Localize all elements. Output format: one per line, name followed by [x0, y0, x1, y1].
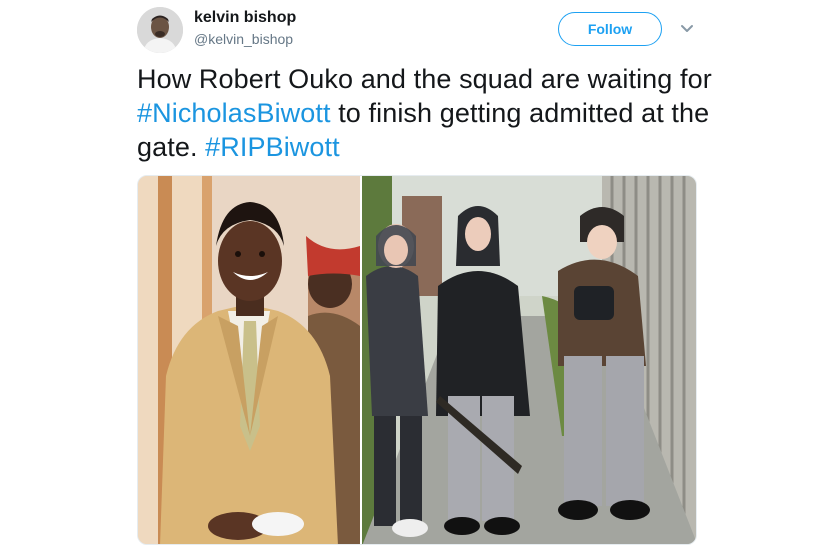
- media-photo-left[interactable]: [138, 176, 360, 544]
- avatar[interactable]: [137, 7, 183, 53]
- media-photo-right[interactable]: [362, 176, 696, 544]
- hashtag-nicholasbiwott[interactable]: #NicholasBiwott: [137, 98, 331, 128]
- user-display-name[interactable]: kelvin bishop: [194, 9, 296, 27]
- tweet-media[interactable]: [137, 175, 697, 545]
- tweet-card: kelvin bishop @kelvin_bishop Follow How …: [0, 0, 822, 546]
- hashtag-ripbiwott[interactable]: #RIPBiwott: [205, 132, 340, 162]
- tweet-text-part: How Robert Ouko and the squad are waitin…: [137, 64, 712, 94]
- follow-button[interactable]: Follow: [558, 12, 662, 46]
- tweet-text: How Robert Ouko and the squad are waitin…: [137, 62, 717, 164]
- chevron-down-icon[interactable]: [676, 18, 698, 40]
- user-handle[interactable]: @kelvin_bishop: [194, 31, 293, 47]
